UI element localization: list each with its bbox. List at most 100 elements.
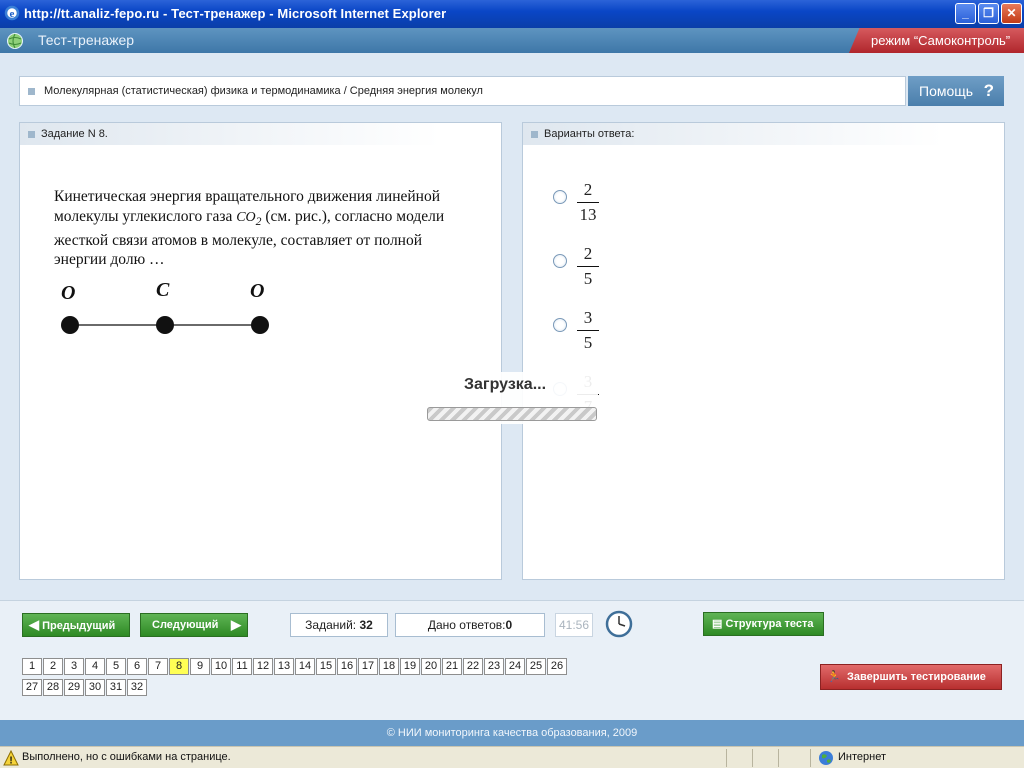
task-panel-header: Задание N 8. (20, 123, 440, 145)
radio-button[interactable] (553, 318, 567, 332)
page-button-24[interactable]: 24 (505, 658, 525, 675)
page-button-1[interactable]: 1 (22, 658, 42, 675)
warning-icon[interactable]: ! (3, 750, 19, 766)
zone-text: Интернет (838, 751, 886, 763)
navigation-bar: ◀ Предыдущий Следующий ▶ Заданий: 32 Дан… (0, 600, 1024, 720)
page-button-11[interactable]: 11 (232, 658, 252, 675)
arrow-left-icon: ◀ (29, 617, 39, 632)
page-button-8[interactable]: 8 (169, 658, 189, 675)
main-area: Молекулярная (статистическая) физика и т… (0, 53, 1024, 600)
page-button-10[interactable]: 10 (211, 658, 231, 675)
status-divider (778, 749, 779, 767)
page-button-4[interactable]: 4 (85, 658, 105, 675)
atom-c (156, 316, 174, 334)
status-divider (810, 749, 811, 767)
app-header: Тест-тренажер режим “Самоконтроль” (0, 28, 1024, 53)
minimize-button[interactable]: _ (955, 3, 976, 24)
question-text: Кинетическая энергия вращательного движе… (54, 188, 445, 269)
page-button-32[interactable]: 32 (127, 679, 147, 696)
breadcrumb-text: Молекулярная (статистическая) физика и т… (44, 85, 483, 97)
tasks-count: Заданий: 32 (290, 613, 388, 637)
app-title: Тест-тренажер (38, 32, 135, 48)
arrow-right-icon: ▶ (231, 617, 241, 632)
copyright-footer: © НИИ мониторинга качества образования, … (0, 720, 1024, 746)
status-divider (726, 749, 727, 767)
loading-indicator: Загрузка... (426, 372, 598, 424)
loading-text: Загрузка... (464, 376, 547, 393)
radio-button[interactable] (553, 254, 567, 268)
clock-icon (605, 610, 633, 638)
atom-label-c: C (156, 279, 170, 301)
atom-label-o2: O (250, 280, 265, 302)
fraction: 25 (577, 243, 599, 290)
formula: CO2 (236, 209, 262, 228)
page-button-22[interactable]: 22 (463, 658, 483, 675)
bullet-square-icon (28, 131, 35, 138)
prev-button[interactable]: ◀ Предыдущий (22, 613, 130, 637)
help-button[interactable]: Помощь ? (908, 76, 1004, 106)
page-button-30[interactable]: 30 (85, 679, 105, 696)
window-title: http://tt.analiz-fepo.ru - Тест-тренажер… (24, 6, 447, 21)
next-button[interactable]: Следующий ▶ (140, 613, 248, 637)
help-label: Помощь (919, 83, 974, 99)
task-panel: Задание N 8. Кинетическая энергия вращат… (19, 122, 502, 580)
internet-explorer-icon: e (4, 5, 20, 21)
page-button-14[interactable]: 14 (295, 658, 315, 675)
page-button-5[interactable]: 5 (106, 658, 126, 675)
status-divider (752, 749, 753, 767)
page-button-23[interactable]: 23 (484, 658, 504, 675)
page-button-20[interactable]: 20 (421, 658, 441, 675)
task-number: Задание N 8. (41, 128, 108, 140)
status-text: Выполнено, но с ошибками на странице. (22, 751, 231, 763)
fraction: 2 13 (577, 179, 599, 226)
page-button-2[interactable]: 2 (43, 658, 63, 675)
running-man-icon: 🏃 (827, 671, 841, 683)
globe-icon (7, 33, 23, 49)
test-structure-button[interactable]: ▤ Структура теста (703, 612, 824, 636)
page-button-12[interactable]: 12 (253, 658, 273, 675)
atom-o1 (61, 316, 79, 334)
question-icon: ? (983, 81, 994, 100)
breadcrumb: Молекулярная (статистическая) физика и т… (19, 76, 906, 106)
page-button-9[interactable]: 9 (190, 658, 210, 675)
page-button-6[interactable]: 6 (127, 658, 147, 675)
security-zone: Интернет (818, 750, 886, 768)
status-bar: ! Выполнено, но с ошибками на странице. … (0, 746, 1024, 768)
answer-option-2[interactable]: 25 (553, 243, 673, 303)
timer-display: 41:56 (555, 613, 593, 637)
page-button-28[interactable]: 28 (43, 679, 63, 696)
page-button-31[interactable]: 31 (106, 679, 126, 696)
finish-test-button[interactable]: 🏃 Завершить тестирование (820, 664, 1002, 690)
list-icon: ▤ (712, 618, 723, 630)
mode-badge: режим “Самоконтроль” (849, 28, 1024, 53)
loading-progress-bar (427, 407, 597, 421)
atom-label-o1: O (61, 282, 76, 304)
radio-button[interactable] (553, 190, 567, 204)
page-button-3[interactable]: 3 (64, 658, 84, 675)
page-button-21[interactable]: 21 (442, 658, 462, 675)
page-button-17[interactable]: 17 (358, 658, 378, 675)
bullet-square-icon (28, 88, 35, 95)
page-button-13[interactable]: 13 (274, 658, 294, 675)
page-button-16[interactable]: 16 (337, 658, 357, 675)
page-button-19[interactable]: 19 (400, 658, 420, 675)
answers-title: Варианты ответа: (544, 128, 635, 140)
molecule-diagram (61, 316, 269, 334)
svg-text:!: ! (9, 756, 12, 767)
fraction: 35 (577, 307, 599, 354)
internet-globe-icon (819, 751, 833, 765)
page-button-26[interactable]: 26 (547, 658, 567, 675)
page-button-27[interactable]: 27 (22, 679, 42, 696)
answers-given: Дано ответов:0 (395, 613, 545, 637)
answer-option-1[interactable]: 2 13 (553, 179, 673, 239)
page-button-7[interactable]: 7 (148, 658, 168, 675)
restore-button[interactable]: ❐ (978, 3, 999, 24)
answer-option-3[interactable]: 35 (553, 307, 673, 367)
answers-panel-header: Варианты ответа: (523, 123, 943, 145)
close-button[interactable]: ✕ (1001, 3, 1022, 24)
page-button-18[interactable]: 18 (379, 658, 399, 675)
page-button-25[interactable]: 25 (526, 658, 546, 675)
page-button-15[interactable]: 15 (316, 658, 336, 675)
window-titlebar: e http://tt.analiz-fepo.ru - Тест-тренаж… (0, 0, 1024, 28)
page-button-29[interactable]: 29 (64, 679, 84, 696)
